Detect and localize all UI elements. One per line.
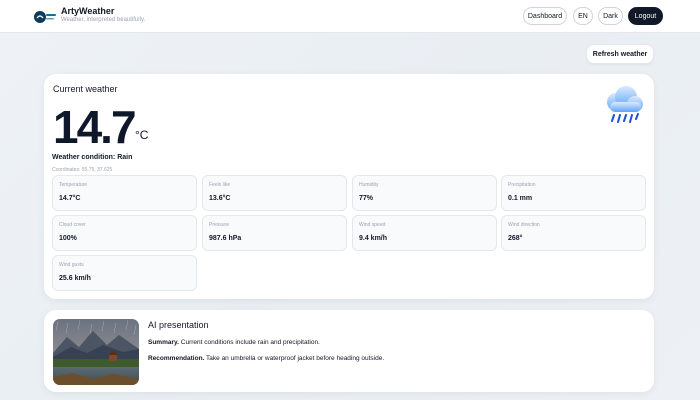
metric-temperature: Temperature 14.7°C: [52, 175, 197, 211]
metric-value: 987.6 hPa: [209, 235, 242, 242]
metric-label: Humidity: [359, 182, 379, 188]
metric-label: Wind gusts: [59, 262, 84, 268]
metric-humidity: Humidity 77%: [352, 175, 497, 211]
metric-wind-speed: Wind speed 9.4 km/h: [352, 215, 497, 251]
metric-wind-gusts: Wind gusts 25.6 km/h: [52, 255, 197, 291]
metric-label: Cloud cover: [59, 222, 86, 228]
metric-wind-direction: Wind direction 268°: [501, 215, 646, 251]
ai-recommendation: Recommendation. Take an umbrella or wate…: [148, 355, 384, 362]
top-bar: ArtyWeather Weather, interpreted beautif…: [0, 0, 700, 33]
current-weather-heading: Current weather: [53, 84, 118, 94]
theme-toggle-button[interactable]: Dark: [598, 7, 623, 25]
dashboard-button[interactable]: Dashboard: [523, 7, 567, 25]
ai-summary: Summary. Current conditions include rain…: [148, 339, 320, 346]
metric-value: 14.7°C: [59, 195, 81, 202]
summary-text: Current conditions include rain and prec…: [178, 339, 320, 346]
recommendation-label: Recommendation.: [148, 355, 205, 362]
metric-pressure: Pressure 987.6 hPa: [202, 215, 347, 251]
rain-cloud-icon: [607, 86, 643, 123]
metric-label: Precipitation: [508, 182, 536, 188]
app-subtitle: Weather, interpreted beautifully.: [61, 17, 146, 23]
metric-label: Wind speed: [359, 222, 386, 228]
metric-value: 268°: [508, 235, 523, 242]
ai-presentation-card: AI presentation Summary. Current conditi…: [44, 310, 654, 392]
metric-feels-like: Feels like 13.6°C: [202, 175, 347, 211]
summary-label: Summary.: [148, 339, 179, 346]
coordinates: Coordinates: 55.75, 37.625: [52, 167, 113, 173]
metric-label: Temperature: [59, 182, 88, 188]
logout-button[interactable]: Logout: [628, 7, 663, 25]
metric-precipitation: Precipitation 0.1 mm: [501, 175, 646, 211]
temperature-unit: °C: [135, 128, 149, 142]
metric-value: 0.1 mm: [508, 195, 533, 202]
recommendation-text: Take an umbrella or waterproof jacket be…: [204, 355, 385, 362]
refresh-weather-button[interactable]: Refresh weather: [586, 44, 654, 64]
metric-value: 9.4 km/h: [359, 235, 388, 242]
current-temperature: 14.7: [53, 101, 137, 153]
app-title: ArtyWeather: [61, 6, 115, 16]
metric-label: Feels like: [209, 182, 231, 188]
metric-value: 100%: [59, 235, 77, 242]
metric-value: 13.6°C: [209, 195, 231, 202]
ai-presentation-heading: AI presentation: [148, 320, 209, 330]
metric-value: 25.6 km/h: [59, 275, 91, 282]
current-weather-card: Current weather 14.7 °C Weather conditio…: [44, 74, 654, 299]
rainy-lake-mountains-illustration: [53, 319, 139, 385]
weather-condition: Weather condition: Rain: [52, 154, 133, 161]
landscape-image: [53, 319, 139, 385]
language-button[interactable]: EN: [573, 7, 593, 25]
metric-cloud-cover: Cloud cover 100%: [52, 215, 197, 251]
metric-value: 77%: [359, 195, 374, 202]
metric-label: Wind direction: [508, 222, 540, 228]
cloud-logo-icon[interactable]: [33, 9, 57, 25]
metric-label: Pressure: [209, 222, 230, 228]
